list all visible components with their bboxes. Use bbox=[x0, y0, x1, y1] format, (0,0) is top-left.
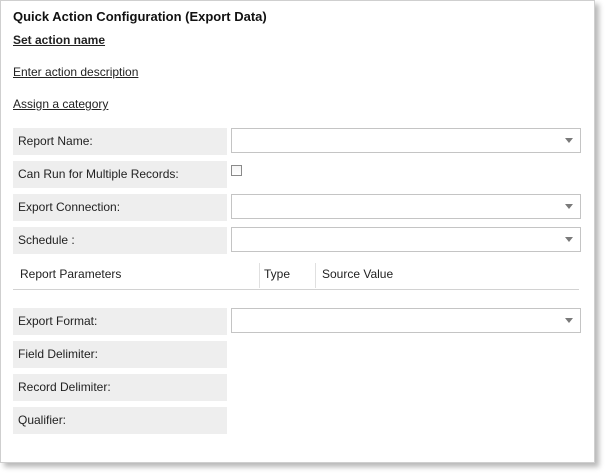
export-format-select[interactable] bbox=[231, 308, 581, 333]
multiple-records-checkbox[interactable] bbox=[231, 165, 242, 176]
export-connection-label: Export Connection: bbox=[13, 194, 227, 221]
action-description-link[interactable]: Enter action description bbox=[13, 65, 138, 79]
column-divider bbox=[259, 263, 260, 288]
set-action-name-link[interactable]: Set action name bbox=[13, 33, 105, 47]
column-header-type: Type bbox=[264, 267, 291, 281]
field-delimiter-label: Field Delimiter: bbox=[13, 341, 227, 368]
page-title: Quick Action Configuration (Export Data) bbox=[13, 9, 267, 24]
field-delimiter-row: Field Delimiter: bbox=[13, 341, 581, 368]
column-header-source-value: Source Value bbox=[322, 267, 394, 281]
report-parameters-table-header: Report Parameters Type Source Value bbox=[13, 263, 579, 290]
assign-category-link[interactable]: Assign a category bbox=[13, 97, 108, 111]
record-delimiter-label: Record Delimiter: bbox=[13, 374, 227, 401]
chevron-down-icon bbox=[565, 237, 573, 242]
export-connection-select[interactable] bbox=[231, 194, 581, 219]
qualifier-row: Qualifier: bbox=[13, 407, 581, 434]
multiple-records-label: Can Run for Multiple Records: bbox=[13, 161, 227, 188]
export-connection-row: Export Connection: bbox=[13, 194, 581, 221]
schedule-row: Schedule : bbox=[13, 227, 581, 254]
multiple-records-row: Can Run for Multiple Records: bbox=[13, 161, 581, 188]
qualifier-label: Qualifier: bbox=[13, 407, 227, 434]
chevron-down-icon bbox=[565, 138, 573, 143]
column-header-report-parameters: Report Parameters bbox=[20, 267, 122, 281]
chevron-down-icon bbox=[565, 204, 573, 209]
chevron-down-icon bbox=[565, 318, 573, 323]
schedule-label: Schedule : bbox=[13, 227, 227, 254]
report-name-select[interactable] bbox=[231, 128, 581, 153]
export-format-label: Export Format: bbox=[13, 308, 227, 335]
report-name-label: Report Name: bbox=[13, 128, 227, 155]
schedule-select[interactable] bbox=[231, 227, 581, 252]
report-name-row: Report Name: bbox=[13, 128, 581, 155]
column-divider bbox=[315, 263, 316, 288]
quick-action-config-panel: Quick Action Configuration (Export Data)… bbox=[0, 0, 595, 463]
export-format-row: Export Format: bbox=[13, 308, 581, 335]
record-delimiter-row: Record Delimiter: bbox=[13, 374, 581, 401]
